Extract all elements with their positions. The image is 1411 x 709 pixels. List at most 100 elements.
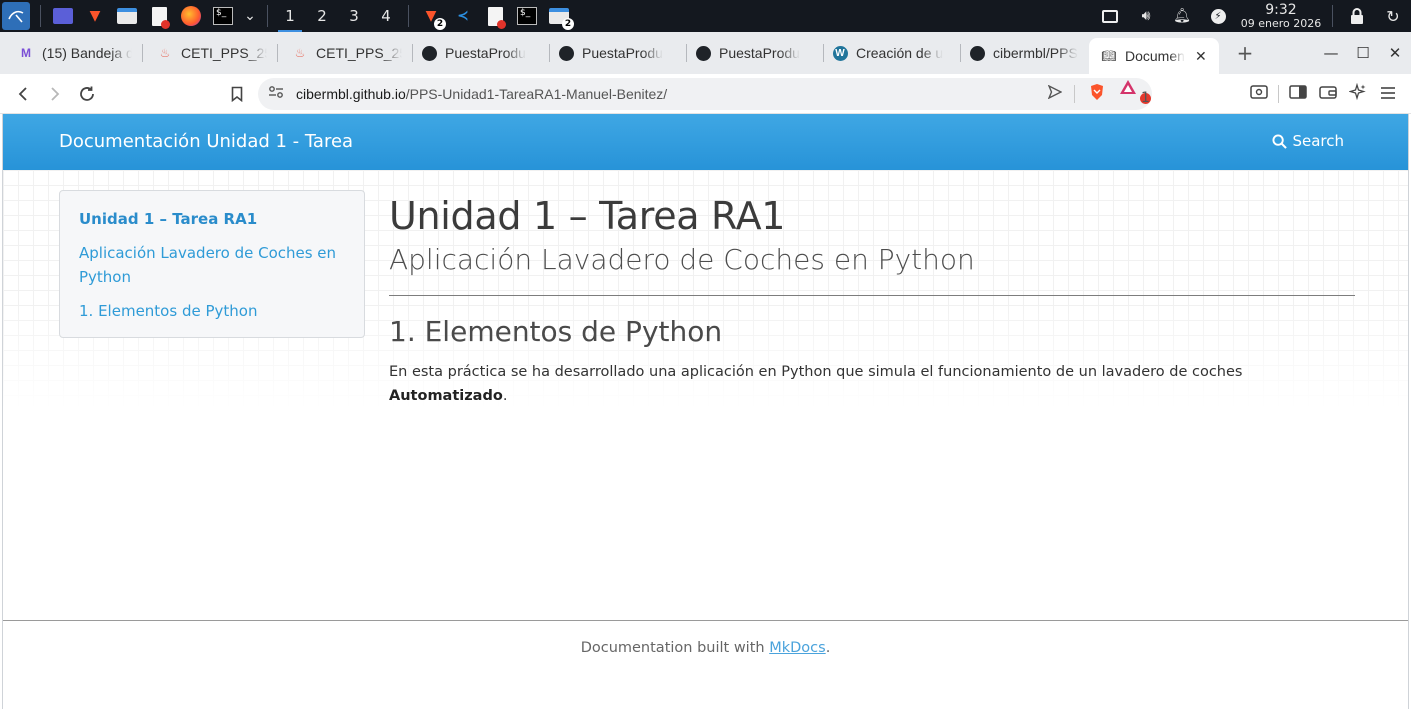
sidebar-toggle-icon[interactable]	[1283, 84, 1313, 104]
tab-wordpress[interactable]: W Creación de u	[824, 37, 958, 69]
bookmark-icon[interactable]	[224, 79, 250, 109]
send-icon[interactable]	[1047, 84, 1063, 103]
tab-label: cibermbl/PPS	[993, 45, 1078, 61]
display-icon[interactable]	[1098, 5, 1122, 27]
clock-time: 9:32	[1265, 1, 1297, 18]
clock-date: 09 enero 2026	[1240, 16, 1322, 30]
web-page: Documentación Unidad 1 - Tarea Search Un…	[2, 114, 1409, 709]
tab-label: PuestaProdu	[582, 45, 663, 61]
close-window-icon[interactable]: ✕	[1379, 44, 1411, 62]
rewards-count: 1	[1140, 90, 1151, 106]
tab-label: (15) Bandeja d	[42, 45, 132, 61]
taskbar-separator	[408, 5, 409, 27]
desktop-taskbar: ▼ $_ ⌄ 1 2 3 4 ▼ 2 ≺ $_ 2 🔊︎ 🔔︎ ⚡︎ 9:32 0…	[0, 0, 1411, 32]
tab-github-4[interactable]: cibermbl/PPS	[961, 37, 1087, 69]
power-icon[interactable]: ⚡︎	[1206, 5, 1230, 27]
page-title: Unidad 1 – Tarea RA1	[389, 194, 786, 238]
files-window-count: 2	[562, 18, 574, 30]
kali-menu-icon[interactable]	[2, 2, 30, 30]
brave-shield-icon[interactable]	[1089, 83, 1105, 105]
reload-button[interactable]	[72, 79, 102, 109]
close-tab-icon[interactable]: ✕	[1195, 48, 1207, 65]
site-info-icon[interactable]	[268, 85, 288, 103]
clock[interactable]: 9:32 09 enero 2026	[1236, 3, 1326, 29]
firefox-launcher-icon[interactable]	[179, 5, 203, 27]
workspace-1[interactable]: 1	[274, 0, 306, 32]
tab-label: Creación de u	[856, 45, 944, 61]
toc-item-aplicacion-lavadero[interactable]: Aplicación Lavadero de Coches en Python	[79, 241, 345, 289]
wallet-icon[interactable]	[1313, 84, 1343, 104]
files-launcher-icon[interactable]	[115, 5, 139, 27]
footer-text: Documentation built with MkDocs.	[581, 640, 831, 656]
workspace-switcher-icon[interactable]	[51, 5, 75, 27]
github-icon	[695, 45, 711, 61]
paragraph-end: .	[502, 388, 508, 404]
forward-button[interactable]	[40, 79, 70, 109]
maximize-icon[interactable]: ☐	[1347, 44, 1379, 62]
paragraph-bold: Automatizado	[389, 388, 503, 404]
system-tray: 🔊︎ 🔔︎ ⚡︎ 9:32 09 enero 2026 ↻	[1092, 0, 1411, 32]
tab-ceti-2[interactable]: ♨ CETI_PPS_25	[278, 37, 410, 69]
search-icon	[1272, 133, 1288, 149]
vscode-window-icon[interactable]: ≺	[451, 5, 475, 27]
volume-icon[interactable]: 🔊︎	[1134, 5, 1158, 27]
tab-gmail[interactable]: M (15) Bandeja d	[10, 37, 140, 69]
paragraph-text: En esta práctica se ha desarrollado una …	[389, 364, 1243, 380]
tab-label: Documen	[1125, 48, 1185, 64]
url-host: cibermbl.github.io	[296, 86, 406, 102]
search-button[interactable]: Search	[1272, 132, 1344, 150]
tab-label: PuestaProdu	[445, 45, 526, 61]
bell-icon[interactable]: 🔔︎	[1170, 5, 1194, 27]
site-name-link[interactable]: Documentación Unidad 1 - Tarea	[59, 131, 353, 152]
tab-documentation-active[interactable]: 📖︎ Documen ✕	[1089, 38, 1219, 74]
main-content: Unidad 1 – Tarea RA1 Aplicación Lavadero…	[389, 192, 1355, 408]
menu-icon[interactable]	[1373, 85, 1403, 104]
mkdocs-link[interactable]: MkDocs	[769, 640, 825, 656]
editor-window-icon[interactable]	[483, 5, 507, 29]
new-tab-button[interactable]: +	[1231, 41, 1259, 65]
chevron-down-icon[interactable]: ⌄	[243, 5, 257, 27]
search-label: Search	[1292, 132, 1344, 150]
book-icon: 📖︎	[1101, 49, 1117, 63]
tab-github-1[interactable]: PuestaProdu	[413, 37, 547, 69]
refresh-icon[interactable]: ↻	[1381, 5, 1405, 27]
tab-github-3[interactable]: PuestaProdu	[687, 37, 821, 69]
browser-tools	[1244, 74, 1403, 114]
title-divider	[389, 295, 1355, 296]
ceti-icon: ♨	[159, 46, 171, 60]
workspace-3[interactable]: 3	[338, 0, 370, 32]
text-editor-icon[interactable]	[147, 5, 171, 29]
taskbar-separator	[40, 5, 41, 27]
browser-tab-strip: M (15) Bandeja d ♨ CETI_PPS_25 ♨ CETI_PP…	[0, 32, 1411, 74]
tab-ceti-1[interactable]: ♨ CETI_PPS_25	[143, 37, 275, 69]
brave-rewards-icon[interactable]: 1	[1119, 79, 1151, 110]
tab-label: CETI_PPS_25	[316, 45, 402, 61]
brave-launcher-icon[interactable]: ▼	[83, 5, 107, 27]
lock-icon[interactable]	[1345, 5, 1369, 27]
window-controls: — ☐ ✕	[1315, 32, 1411, 74]
leo-ai-icon[interactable]	[1343, 82, 1373, 105]
brave-window-count: 2	[434, 18, 446, 30]
table-of-contents: Unidad 1 – Tarea RA1 Aplicación Lavadero…	[59, 190, 365, 338]
brave-window-icon[interactable]: ▼ 2	[419, 5, 446, 30]
workspace-2[interactable]: 2	[306, 0, 338, 32]
github-icon	[558, 45, 574, 61]
workspace-4[interactable]: 4	[370, 0, 402, 32]
ceti-icon: ♨	[294, 46, 306, 60]
toolbar-divider	[1278, 85, 1279, 103]
tab-github-2[interactable]: PuestaProdu	[550, 37, 684, 69]
terminal-launcher-icon[interactable]: $_	[211, 5, 235, 27]
toc-item-unidad-1[interactable]: Unidad 1 – Tarea RA1	[79, 207, 345, 231]
mail-icon: M	[21, 46, 31, 60]
reader-mode-icon[interactable]	[1244, 84, 1274, 104]
address-bar[interactable]: cibermbl.github.io/PPS-Unidad1-TareaRA1-…	[258, 78, 1152, 110]
files-window-icon[interactable]: 2	[547, 5, 574, 30]
toc-item-elementos-python[interactable]: 1. Elementos de Python	[79, 299, 345, 323]
site-footer: Documentation built with MkDocs.	[3, 620, 1408, 709]
back-button[interactable]	[8, 79, 38, 109]
tab-label: PuestaProdu	[719, 45, 800, 61]
github-icon	[969, 45, 985, 61]
terminal-window-icon[interactable]: $_	[515, 5, 539, 27]
minimize-icon[interactable]: —	[1315, 44, 1347, 62]
tab-label: CETI_PPS_25	[181, 45, 267, 61]
